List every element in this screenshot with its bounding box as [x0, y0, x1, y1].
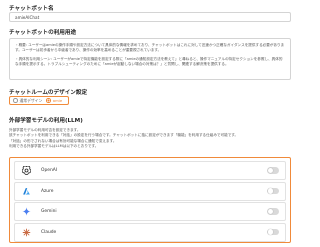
- model-name-gemini: Gemini: [41, 209, 57, 214]
- model-row-azure: Azure: [14, 181, 286, 201]
- design-radio-group: 通常デザイン amie: [9, 96, 69, 105]
- toggle-openai[interactable]: [267, 167, 279, 174]
- chatbot-name-heading: チャットボット名: [9, 6, 54, 12]
- toggle-claude[interactable]: [267, 228, 279, 236]
- llm-description: 外部学習モデルの利用可否を設定できます。 該チャットボットを利用できる「対話」の…: [9, 128, 291, 149]
- model-name-azure: Azure: [41, 188, 54, 194]
- radio-standard-label: 通常デザイン: [19, 97, 43, 103]
- toggle-gemini[interactable]: [267, 208, 279, 215]
- chatbot-name-input[interactable]: amieAIChat: [9, 12, 291, 22]
- model-name-openai: OpenAI: [41, 168, 58, 173]
- purpose-paragraph-scenario: ・具体的な利用シーン: ユーザーがamieで特定機能を設定する際に「amieの通…: [15, 56, 283, 67]
- model-name-claude: Claude: [41, 229, 57, 235]
- purpose-paragraph-overview: ・概要: ユーザーはamieの操作手順や設定方法について具体的な情報を求めており…: [15, 43, 285, 53]
- radio-checked-icon: [46, 98, 51, 103]
- llm-desc-line-4: 利用できる外部学習モデルはLLMは以下のとおりです。: [9, 143, 99, 148]
- design-heading: チャットルームのデザイン設定: [9, 90, 88, 96]
- radio-circle-icon: [13, 98, 18, 103]
- openai-icon: [21, 166, 31, 176]
- llm-model-list: OpenAI Azure Gemini Claude: [9, 157, 291, 243]
- radio-amie-design[interactable]: amie: [46, 98, 62, 103]
- model-row-claude: Claude: [14, 222, 286, 242]
- chatbot-settings-page: チャットボット名 amieAIChat チャットボットの利用用途 ・概要: ユー…: [0, 0, 300, 247]
- llm-heading: 外部学習モデルの利用(LLM): [9, 118, 83, 124]
- model-row-openai: OpenAI: [14, 161, 286, 180]
- toggle-azure[interactable]: [267, 187, 279, 195]
- chatbot-purpose-heading: チャットボットの利用用途: [9, 30, 77, 36]
- model-row-gemini: Gemini: [14, 202, 286, 221]
- radio-standard-design[interactable]: 通常デザイン: [13, 98, 42, 104]
- azure-icon: [21, 186, 31, 196]
- chatbot-purpose-textarea[interactable]: ・概要: ユーザーはamieの操作手順や設定方法について具体的な情報を求めており…: [9, 38, 291, 80]
- gemini-icon: [21, 207, 31, 217]
- claude-icon: [21, 227, 31, 237]
- radio-amie-label: amie: [52, 98, 63, 103]
